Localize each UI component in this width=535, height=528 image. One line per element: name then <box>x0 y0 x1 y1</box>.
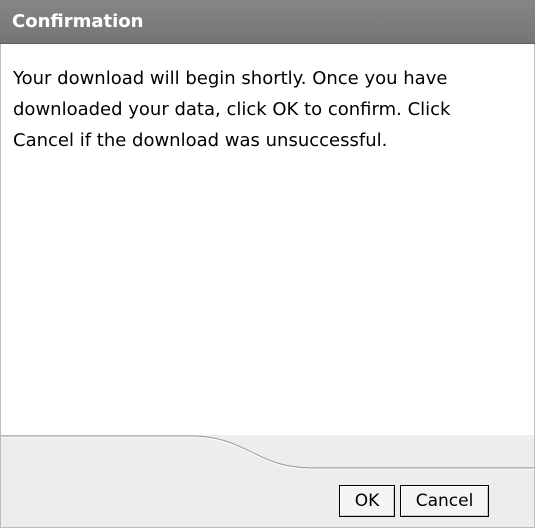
ok-button[interactable]: OK <box>339 485 395 517</box>
dialog-message: Your download will begin shortly. Once y… <box>13 68 451 151</box>
cancel-button[interactable]: Cancel <box>400 485 489 517</box>
dialog-body: Your download will begin shortly. Once y… <box>0 44 535 435</box>
dialog-titlebar: Confirmation <box>0 0 535 44</box>
dialog-title: Confirmation <box>12 11 144 32</box>
dialog-footer: OK Cancel <box>0 435 535 528</box>
confirmation-dialog: Confirmation Your download will begin sh… <box>0 0 535 528</box>
